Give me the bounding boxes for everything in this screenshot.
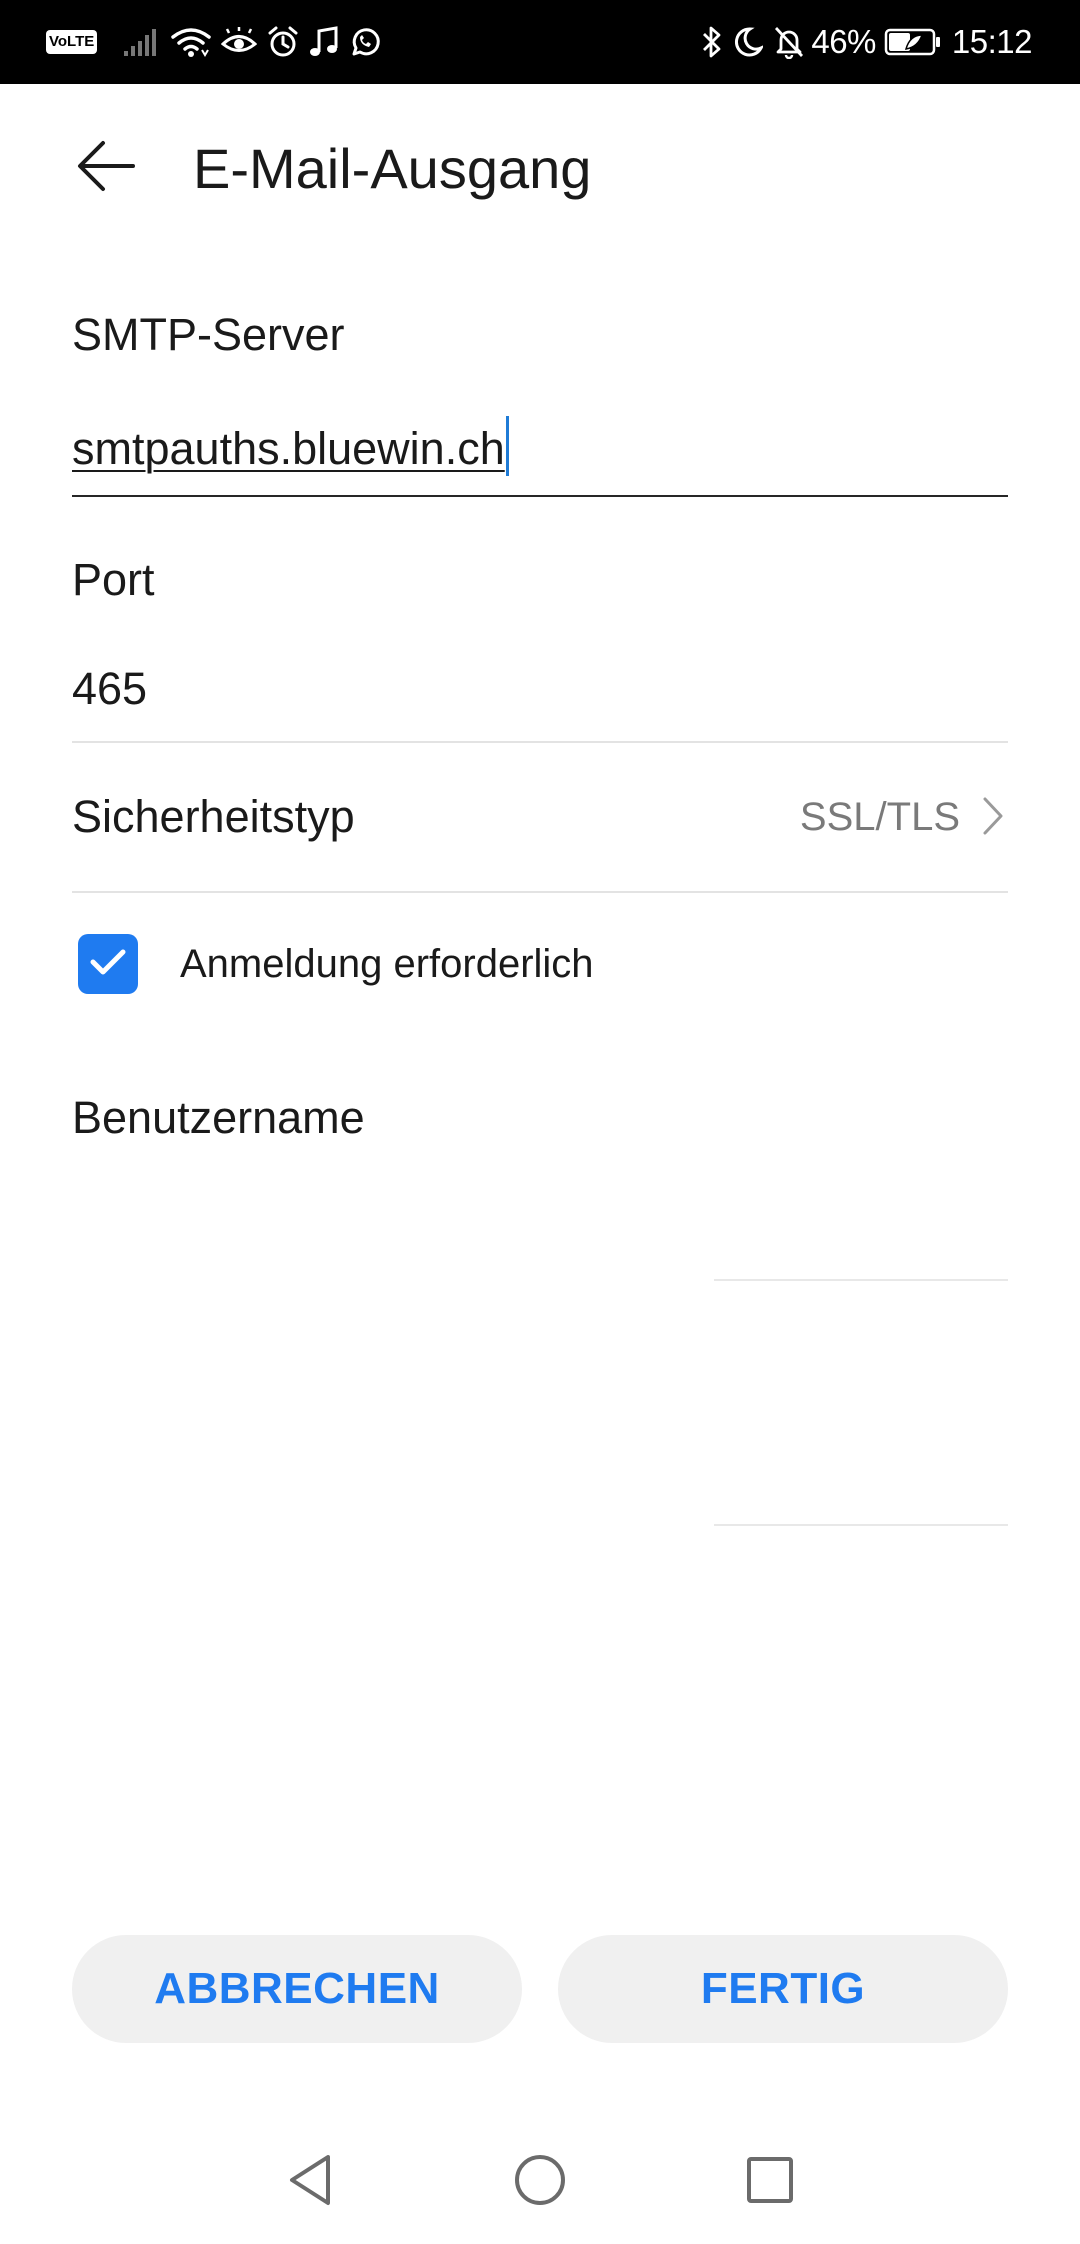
bluetooth-icon <box>701 25 723 59</box>
volte-badge: VoLTE <box>46 30 98 54</box>
chevron-right-icon <box>982 796 1004 841</box>
security-type-label: Sicherheitstyp <box>72 791 355 842</box>
done-button[interactable]: FERTIG <box>558 1935 1008 2043</box>
app-header: E-Mail-Ausgang <box>0 84 1080 254</box>
security-type-value: SSL/TLS <box>799 795 960 839</box>
battery-icon <box>884 27 942 57</box>
cancel-button[interactable]: ABBRECHEN <box>72 1935 522 2043</box>
checkmark-icon <box>88 946 128 983</box>
port-label: Port <box>72 554 155 605</box>
username-label: Benutzername <box>72 1092 365 1143</box>
battery-percent: 46% <box>811 23 876 60</box>
nav-recent-button[interactable] <box>730 2142 810 2222</box>
whatsapp-icon <box>349 26 381 58</box>
password-underline <box>714 1524 1008 1526</box>
page-title: E-Mail-Ausgang <box>193 137 592 200</box>
wifi-icon <box>171 26 212 58</box>
screen: VoLTE 46% 15:12 E-Mail-Ausgang SMTP-Serv… <box>0 0 1080 2244</box>
music-icon <box>309 26 339 58</box>
status-bar: VoLTE 46% 15:12 <box>0 0 1080 84</box>
navigation-bar <box>0 2120 1080 2244</box>
username-underline <box>714 1279 1008 1281</box>
status-bar-left: VoLTE <box>46 0 381 84</box>
smtp-server-underline <box>72 495 1008 497</box>
clock-time: 15:12 <box>951 23 1033 60</box>
auth-required-label: Anmeldung erforderlich <box>180 942 594 986</box>
smtp-server-input[interactable]: smtpauths.bluewin.ch <box>72 416 1008 490</box>
back-button[interactable] <box>60 128 152 208</box>
smtp-server-label: SMTP-Server <box>72 309 345 360</box>
nav-home-button[interactable] <box>500 2142 580 2222</box>
text-cursor <box>505 416 509 476</box>
port-underline <box>72 741 1008 743</box>
moon-icon <box>733 26 764 58</box>
password-input[interactable] <box>72 1370 1008 1520</box>
auth-required-row[interactable]: Anmeldung erforderlich <box>72 920 1008 1010</box>
nav-recent-icon <box>744 2154 796 2211</box>
status-bar-right: 46% 15:12 <box>701 0 1033 84</box>
port-input[interactable]: 465 <box>72 662 1008 734</box>
security-underline <box>72 891 1008 893</box>
nav-back-icon <box>284 2152 336 2213</box>
signal-icon <box>123 27 157 57</box>
eye-icon <box>221 27 258 57</box>
bell-off-icon <box>773 25 805 59</box>
smtp-server-value: smtpauths.bluewin.ch <box>72 423 505 474</box>
nav-back-button[interactable] <box>270 2142 350 2222</box>
security-type-row[interactable]: Sicherheitstyp SSL/TLS <box>72 744 1008 894</box>
port-value: 465 <box>72 663 148 714</box>
auth-required-checkbox[interactable] <box>78 934 138 994</box>
alarm-icon <box>267 26 299 58</box>
arrow-left-icon <box>76 140 136 197</box>
username-input[interactable] <box>72 1160 1008 1280</box>
nav-home-icon <box>512 2152 568 2213</box>
